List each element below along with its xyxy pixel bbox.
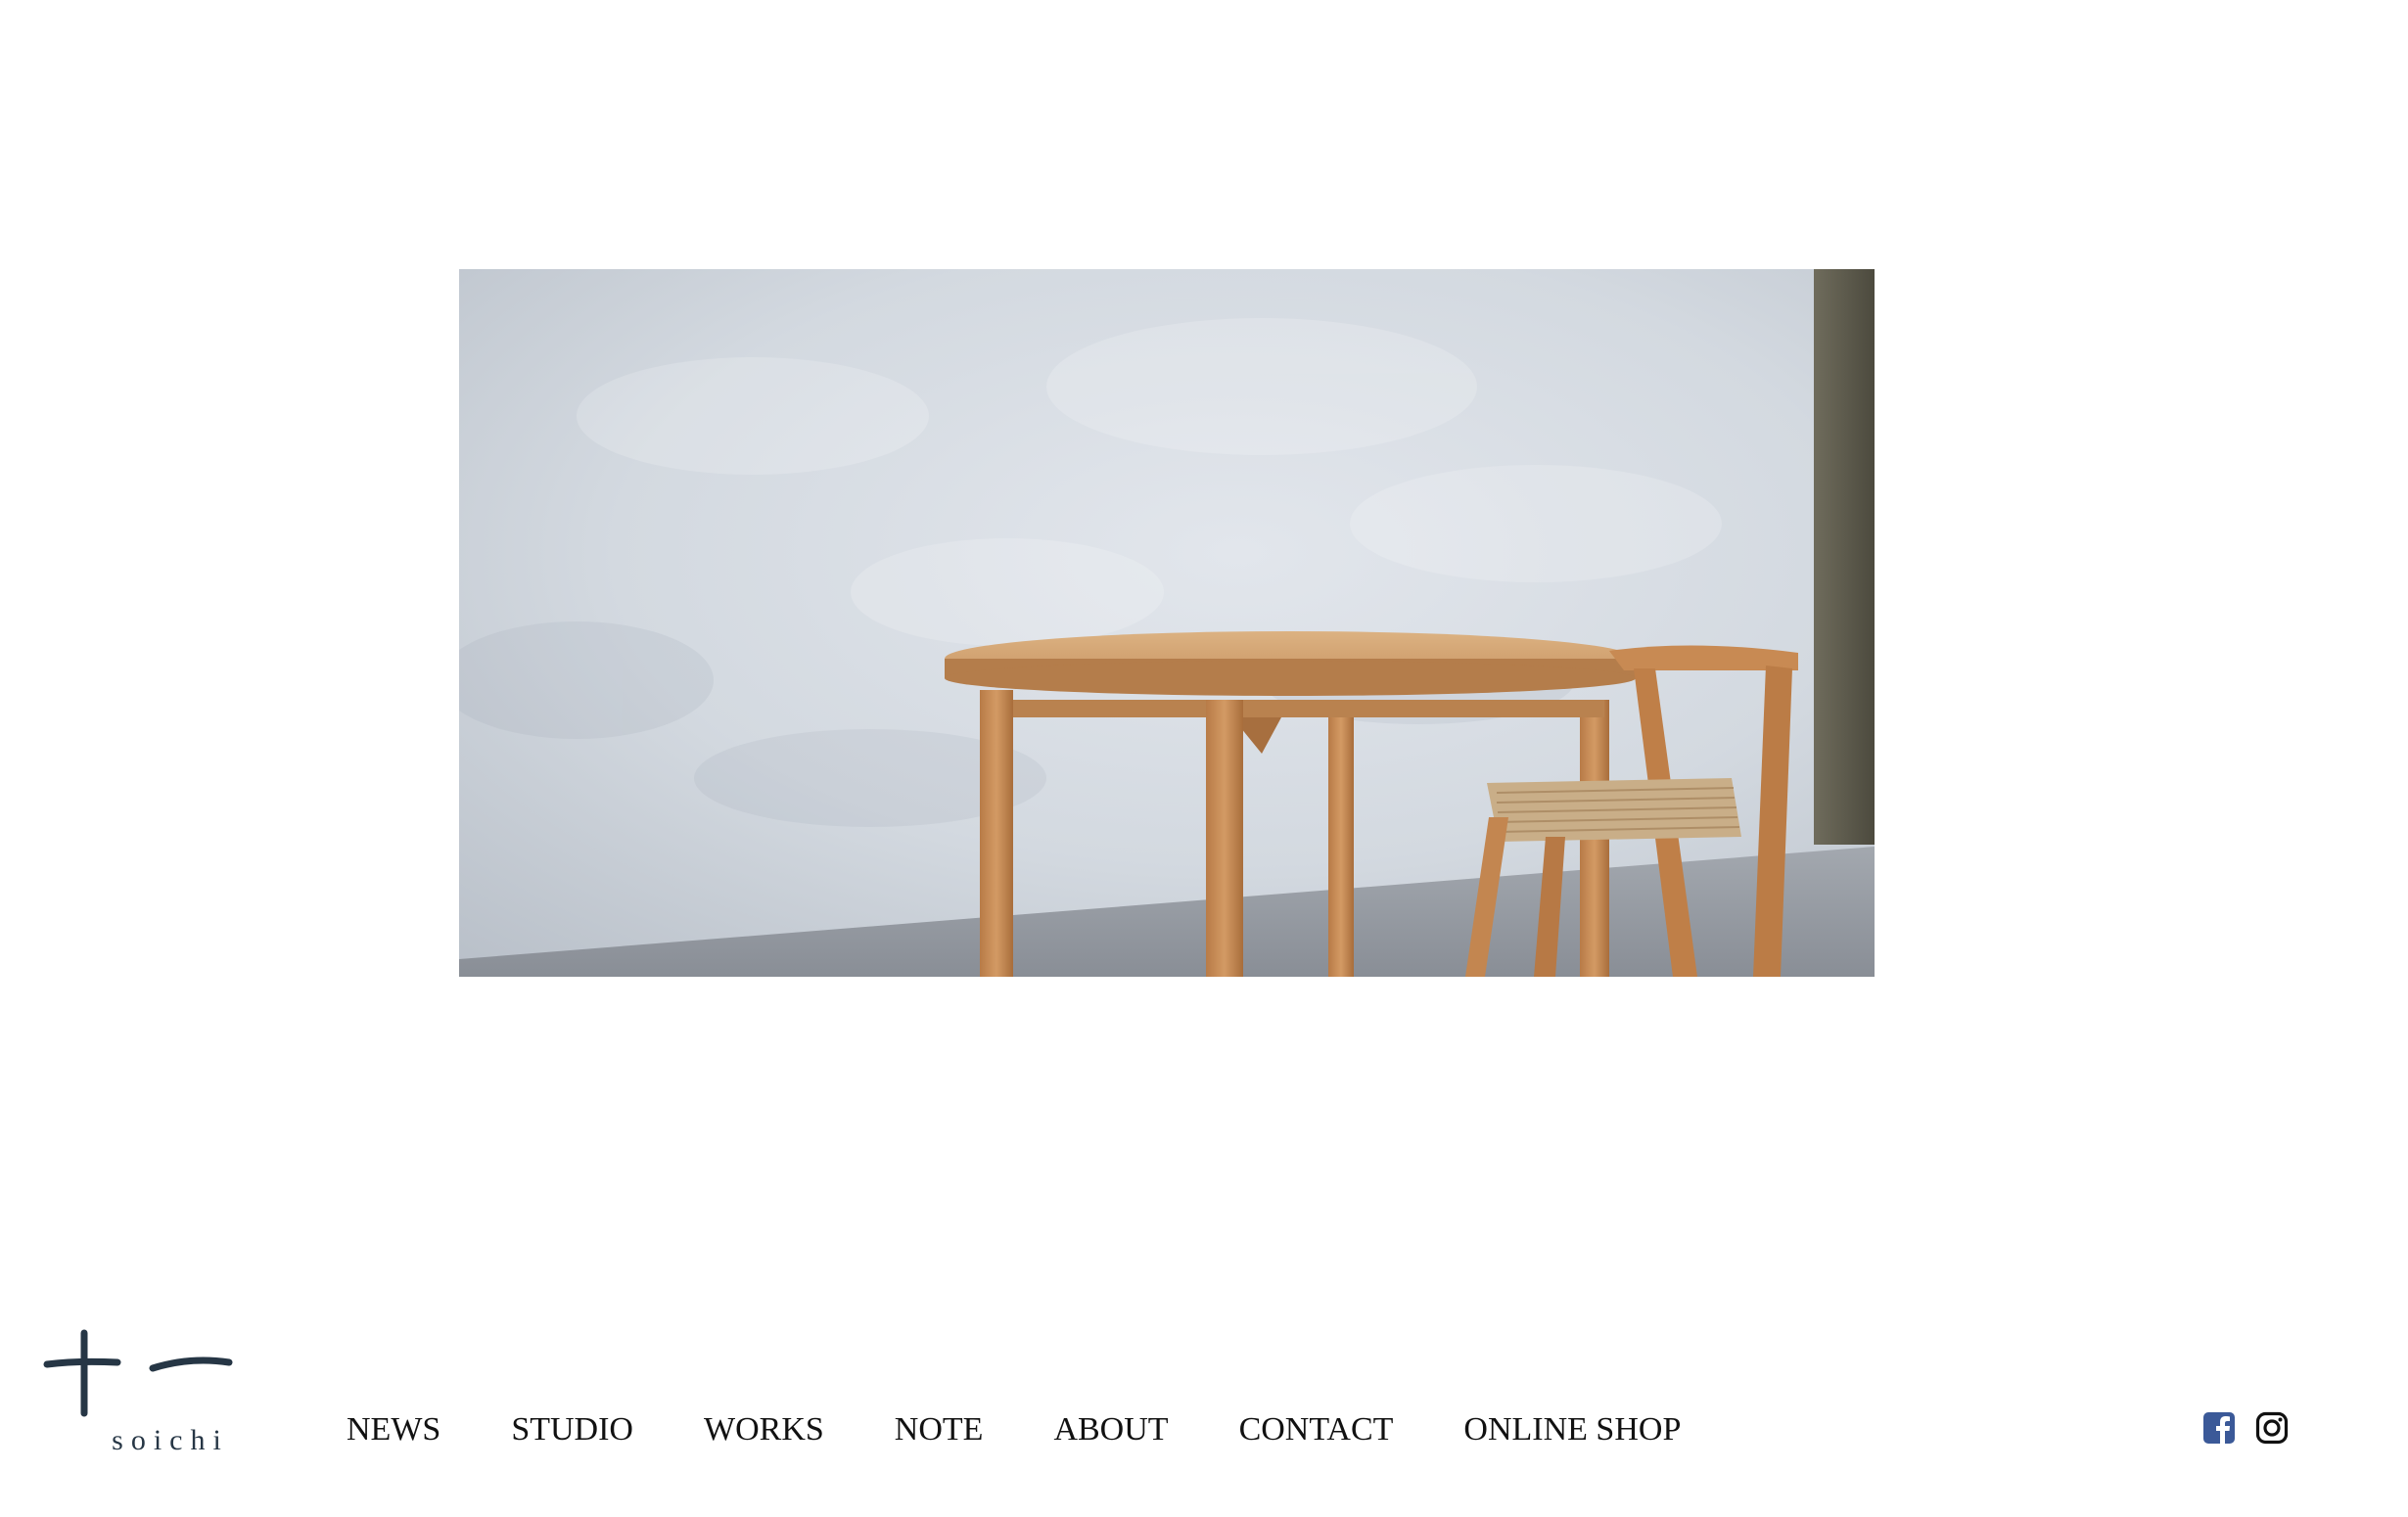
logo-link[interactable]: soichi	[43, 1321, 239, 1456]
nav-about[interactable]: ABOUT	[1053, 1411, 1168, 1448]
instagram-icon[interactable]	[2255, 1411, 2289, 1445]
site-footer: soichi NEWS STUDIO WORKS NOTE ABOUT CONT…	[0, 1311, 2408, 1468]
social-links	[2202, 1411, 2289, 1445]
nav-studio[interactable]: STUDIO	[511, 1411, 633, 1448]
page: soichi NEWS STUDIO WORKS NOTE ABOUT CONT…	[0, 0, 2408, 1517]
nav-online-shop[interactable]: ONLINE SHOP	[1463, 1411, 1681, 1448]
logo-text: soichi	[112, 1424, 229, 1456]
facebook-icon[interactable]	[2202, 1411, 2236, 1445]
nav-works[interactable]: WORKS	[704, 1411, 824, 1448]
nav-news[interactable]: NEWS	[347, 1411, 440, 1448]
nav-contact[interactable]: CONTACT	[1239, 1411, 1394, 1448]
nav-note[interactable]: NOTE	[895, 1411, 984, 1448]
hero-photo-illustration	[459, 269, 1875, 977]
hero-image	[459, 269, 1875, 977]
main-navigation: NEWS STUDIO WORKS NOTE ABOUT CONTACT ONL…	[347, 1405, 1681, 1454]
soichi-logo-mark	[43, 1329, 233, 1417]
